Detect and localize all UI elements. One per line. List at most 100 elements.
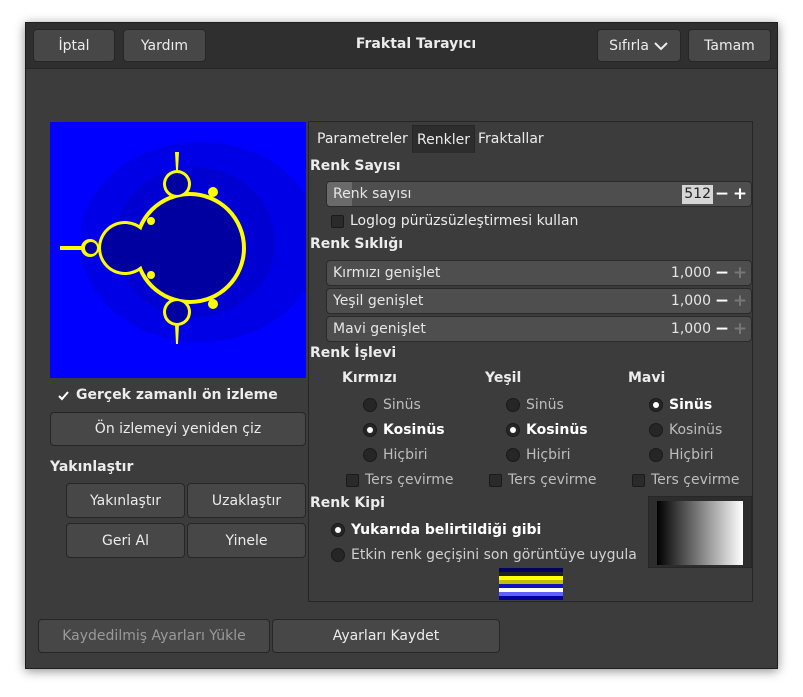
- radio-label: Hiçbiri: [383, 447, 428, 463]
- red-function-title: Kırmızı: [342, 370, 397, 386]
- blue-invert-checkbox[interactable]: Ters çevirme: [632, 472, 740, 488]
- radio-dot: [506, 398, 520, 412]
- checkbox-label: Ters çevirme: [651, 472, 740, 488]
- gradient-preview: [657, 501, 743, 565]
- green-stretch-slider[interactable]: Yeşil genişlet 1,000 − +: [326, 288, 752, 314]
- zoom-in-button[interactable]: Yakınlaştır: [66, 483, 185, 518]
- minus-icon[interactable]: −: [713, 263, 731, 283]
- radio-dot: [506, 448, 520, 462]
- radio-dot: [331, 523, 345, 537]
- radio-label: Hiçbiri: [526, 447, 571, 463]
- radio-label: Sinüs: [669, 397, 713, 413]
- color-count-label: Renk sayısı: [333, 186, 412, 202]
- dialog-title: Fraktal Tarayıcı: [355, 36, 477, 52]
- redo-button[interactable]: Yinele: [187, 523, 306, 558]
- apply-gradient-radio[interactable]: Etkin renk geçişini son görüntüye uygula: [331, 547, 637, 563]
- radio-label: Etkin renk geçişini son görüntüye uygula: [351, 547, 637, 563]
- blue-stretch-value[interactable]: 1,000: [671, 321, 711, 337]
- realtime-preview-checkbox[interactable]: Gerçek zamanlı ön izleme: [57, 387, 278, 403]
- gradient-selector-button[interactable]: [648, 496, 752, 568]
- redraw-preview-button[interactable]: Ön izlemeyi yeniden çiz: [50, 412, 306, 446]
- realtime-preview-label: Gerçek zamanlı ön izleme: [76, 387, 278, 403]
- radio-dot: [649, 423, 663, 437]
- green-invert-checkbox[interactable]: Ters çevirme: [489, 472, 597, 488]
- tab-parameters[interactable]: Parametreler: [313, 125, 412, 153]
- green-stretch-label: Yeşil genişlet: [333, 293, 424, 309]
- minus-icon[interactable]: −: [713, 291, 731, 311]
- loglog-checkbox[interactable]: Loglog pürüzsüzleştirmesi kullan: [331, 213, 578, 229]
- cancel-button[interactable]: İptal: [33, 29, 115, 62]
- radio-label: Kosinüs: [526, 422, 588, 438]
- blue-none-radio[interactable]: Hiçbiri: [649, 447, 714, 463]
- mandelbrot-image: [50, 122, 306, 378]
- radio-dot: [649, 398, 663, 412]
- checkbox-box: [346, 473, 359, 487]
- blue-cosine-radio[interactable]: Kosinüs: [649, 422, 722, 438]
- checkmark-icon: [58, 390, 69, 400]
- red-invert-checkbox[interactable]: Ters çevirme: [346, 472, 454, 488]
- zoom-section-title: Yakınlaştır: [50, 459, 134, 475]
- green-stretch-value[interactable]: 1,000: [671, 293, 711, 309]
- undo-button[interactable]: Geri Al: [66, 523, 185, 558]
- red-cosine-radio[interactable]: Kosinüs: [363, 422, 445, 438]
- radio-dot: [363, 398, 377, 412]
- tab-fractals[interactable]: Fraktallar: [474, 125, 548, 153]
- color-count-title: Renk Sayısı: [310, 158, 401, 174]
- checkbox-box: [632, 473, 645, 487]
- minus-icon[interactable]: −: [713, 184, 731, 204]
- red-none-radio[interactable]: Hiçbiri: [363, 447, 428, 463]
- green-cosine-radio[interactable]: Kosinüs: [506, 422, 588, 438]
- color-count-value[interactable]: 512: [682, 185, 713, 204]
- green-function-title: Yeşil: [485, 370, 522, 386]
- color-count-slider[interactable]: Renk sayısı 512 − +: [326, 181, 752, 207]
- radio-label: Kosinüs: [383, 422, 445, 438]
- red-stretch-value[interactable]: 1,000: [671, 265, 711, 281]
- minus-icon[interactable]: −: [713, 319, 731, 339]
- color-density-title: Renk Sıklığı: [310, 236, 404, 252]
- plus-icon[interactable]: +: [731, 263, 749, 283]
- radio-dot: [649, 448, 663, 462]
- loglog-label: Loglog pürüzsüzleştirmesi kullan: [350, 213, 579, 229]
- tab-colors[interactable]: Renkler: [412, 125, 475, 153]
- checkbox-label: Ters çevirme: [508, 472, 597, 488]
- load-saved-settings-button[interactable]: Kaydedilmiş Ayarları Yükle: [38, 619, 270, 653]
- red-sine-radio[interactable]: Sinüs: [363, 397, 421, 413]
- color-map-preview: [499, 568, 563, 600]
- plus-icon[interactable]: +: [731, 184, 749, 204]
- radio-dot: [363, 448, 377, 462]
- reset-label: Sıfırla: [609, 37, 649, 54]
- radio-label: Kosinüs: [669, 422, 723, 438]
- color-function-title: Renk İşlevi: [310, 345, 397, 361]
- red-stretch-slider[interactable]: Kırmızı genişlet 1,000 − +: [326, 260, 752, 286]
- red-stretch-label: Kırmızı genişlet: [333, 265, 441, 281]
- help-button[interactable]: Yardım: [123, 29, 206, 62]
- checkbox-box: [331, 214, 344, 228]
- blue-function-title: Mavi: [628, 370, 666, 386]
- radio-label: Yukarıda belirtildiği gibi: [351, 522, 542, 538]
- radio-dot: [363, 423, 377, 437]
- reset-dropdown-button[interactable]: Sıfırla: [597, 29, 681, 62]
- green-none-radio[interactable]: Hiçbiri: [506, 447, 571, 463]
- blue-sine-radio[interactable]: Sinüs: [649, 397, 712, 413]
- checkbox-box: [489, 473, 502, 487]
- ok-button[interactable]: Tamam: [688, 29, 771, 62]
- blue-stretch-slider[interactable]: Mavi genişlet 1,000 − +: [326, 316, 752, 342]
- checkbox-label: Ters çevirme: [365, 472, 454, 488]
- radio-label: Sinüs: [526, 397, 564, 413]
- as-specified-radio[interactable]: Yukarıda belirtildiği gibi: [331, 522, 541, 538]
- radio-dot: [331, 548, 345, 562]
- color-mode-title: Renk Kipi: [310, 495, 385, 511]
- radio-label: Hiçbiri: [669, 447, 714, 463]
- blue-stretch-label: Mavi genişlet: [333, 321, 426, 337]
- plus-icon[interactable]: +: [731, 319, 749, 339]
- radio-dot: [506, 423, 520, 437]
- zoom-out-button[interactable]: Uzaklaştır: [187, 483, 306, 518]
- plus-icon[interactable]: +: [731, 291, 749, 311]
- radio-label: Sinüs: [383, 397, 421, 413]
- title-bar: İptal Yardım Fraktal Tarayıcı Sıfırla Ta…: [26, 23, 777, 69]
- save-settings-button[interactable]: Ayarları Kaydet: [272, 619, 500, 653]
- chevron-down-icon: [654, 41, 668, 50]
- fractal-preview[interactable]: [50, 122, 306, 378]
- green-sine-radio[interactable]: Sinüs: [506, 397, 564, 413]
- fractal-explorer-dialog: İptal Yardım Fraktal Tarayıcı Sıfırla Ta…: [25, 22, 778, 669]
